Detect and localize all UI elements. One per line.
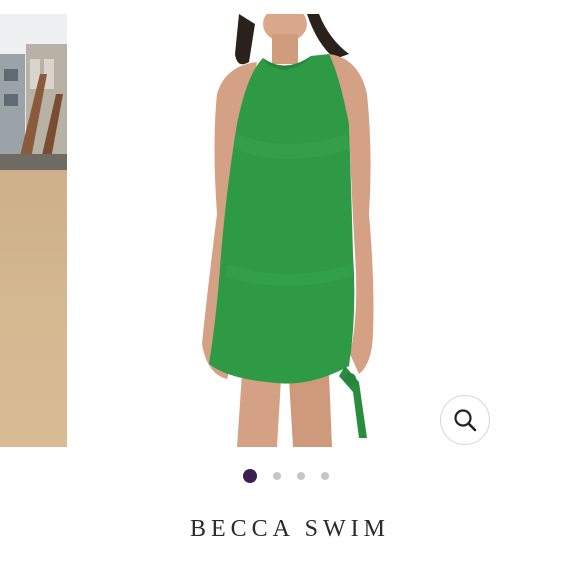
image-carousel[interactable] [0,14,580,447]
pagination-dot-2[interactable] [273,472,281,480]
zoom-button[interactable] [440,395,490,445]
brand-name-link[interactable]: BECCA SWIM [0,516,580,543]
magnifier-icon [454,409,477,432]
main-product-image[interactable] [67,14,580,447]
previous-slide-image[interactable] [0,14,67,447]
pagination-dot-4[interactable] [321,472,329,480]
top-divider [0,0,580,15]
carousel-pagination [0,468,580,484]
pagination-dot-3[interactable] [297,472,305,480]
pagination-dot-1[interactable] [243,469,257,483]
